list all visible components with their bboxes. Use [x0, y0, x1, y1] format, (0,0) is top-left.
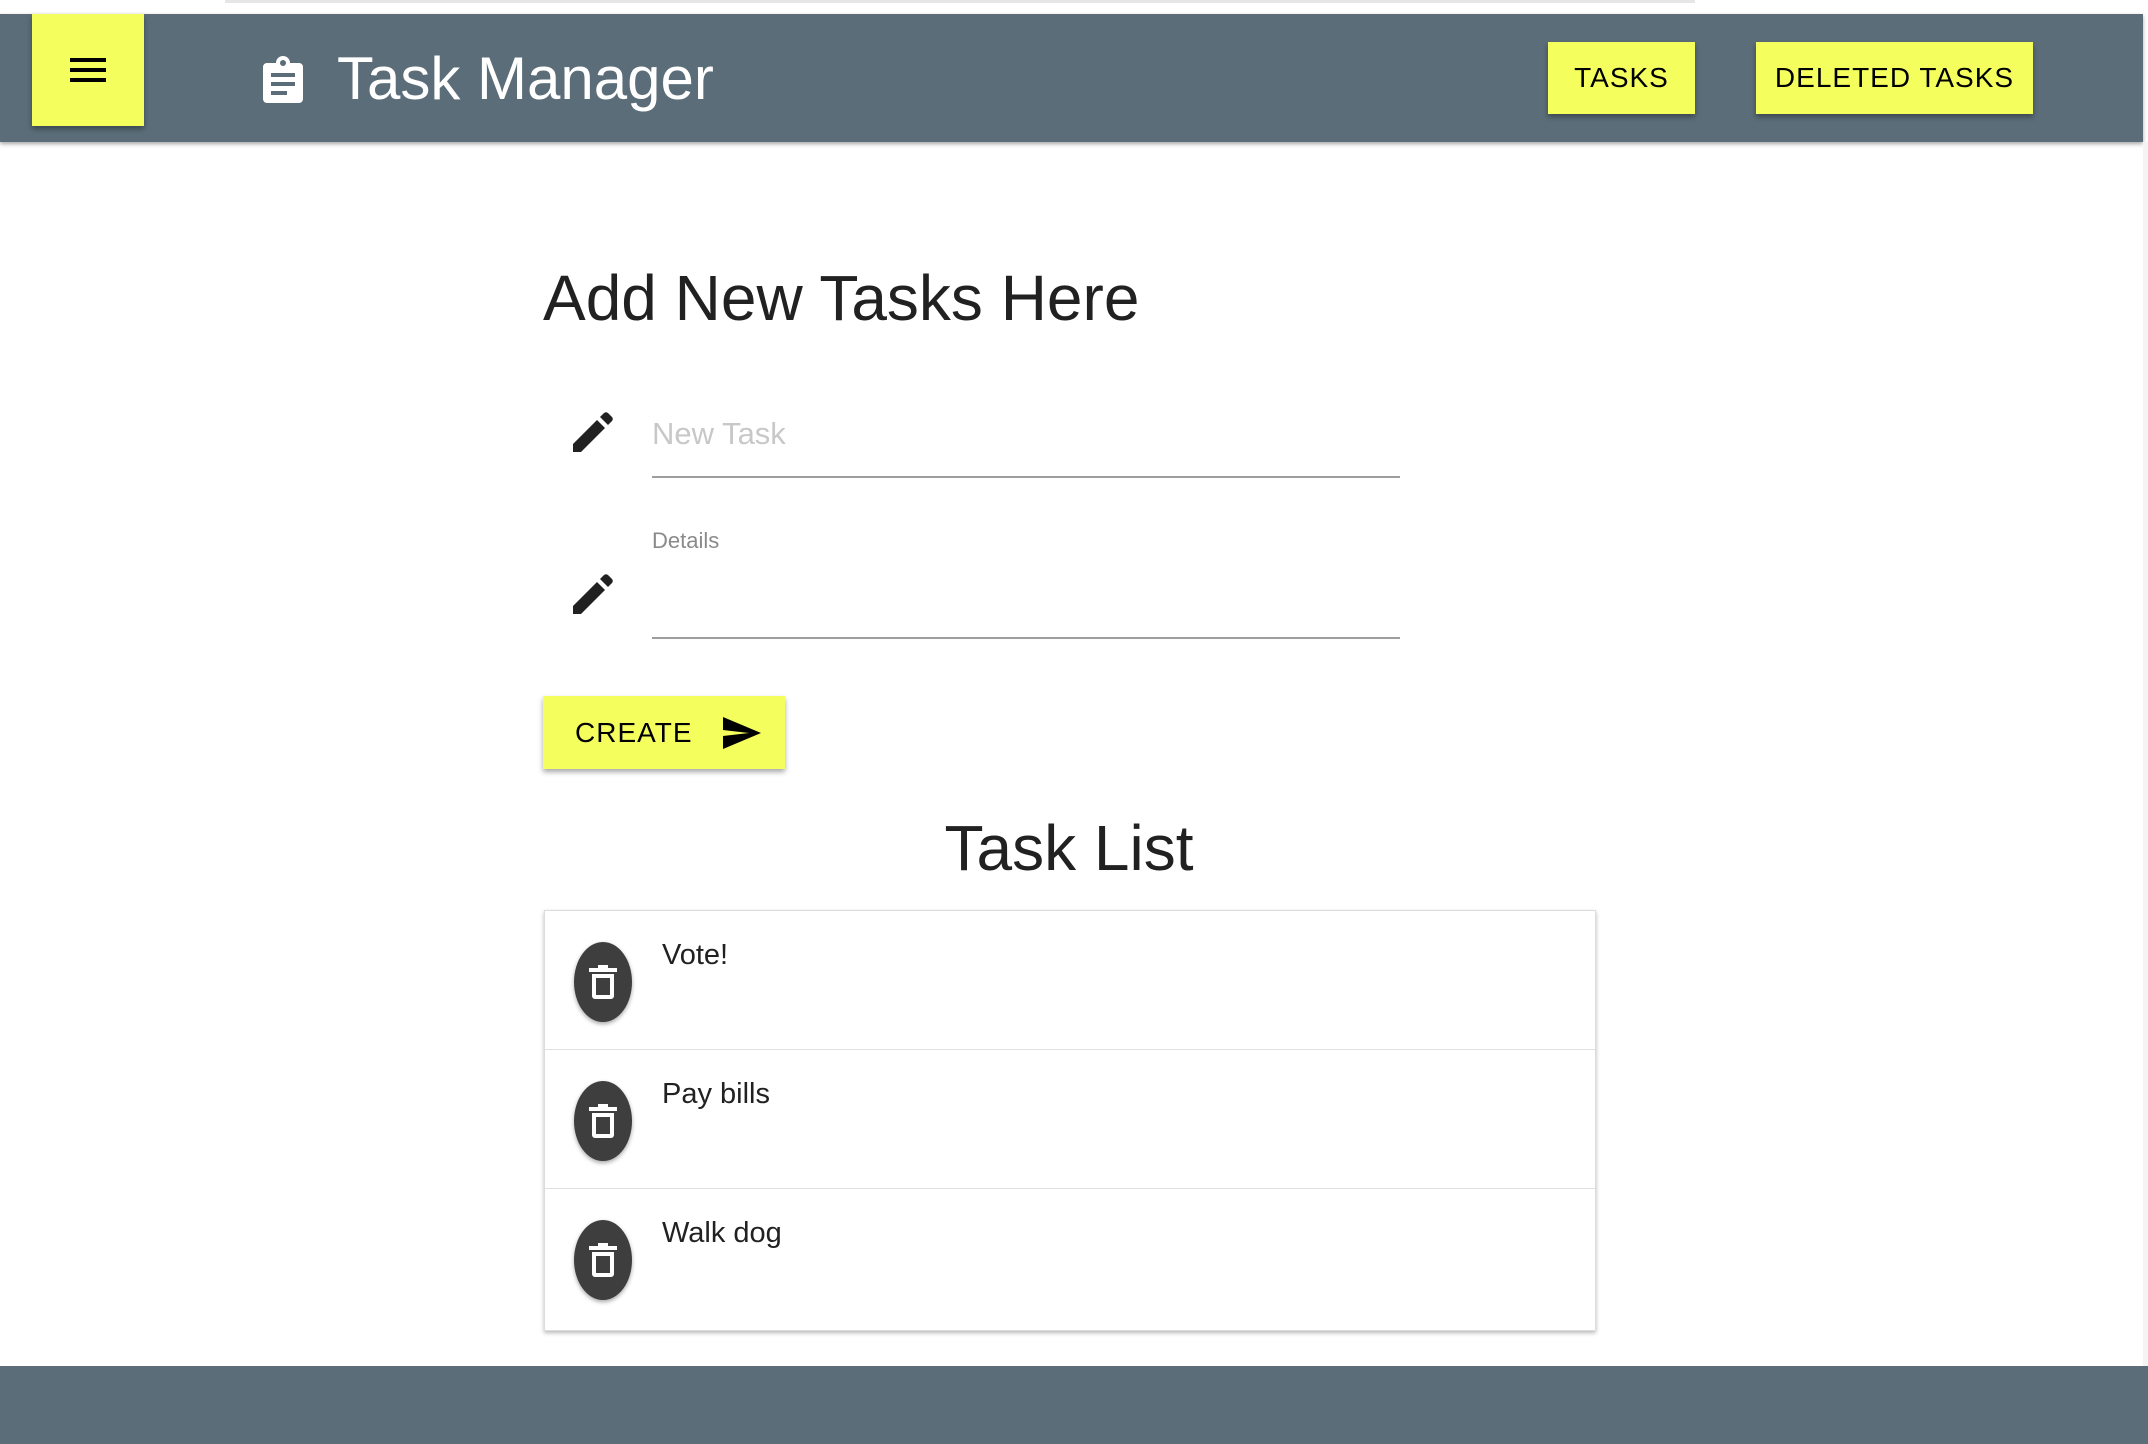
trash-icon — [589, 1243, 617, 1277]
new-task-underline — [652, 476, 1400, 478]
task-list-item: Vote! — [545, 911, 1595, 1050]
trash-icon — [589, 1104, 617, 1138]
task-title: Pay bills — [662, 1078, 770, 1110]
task-title: Vote! — [662, 939, 729, 971]
details-field: Details — [652, 528, 1400, 640]
pencil-icon — [573, 412, 613, 452]
trash-icon — [589, 965, 617, 999]
task-manager-app: Task Manager TASKS DELETED TASKS Add New… — [0, 0, 2148, 1444]
details-input[interactable] — [652, 572, 1400, 620]
form-heading: Add New Tasks Here — [543, 262, 1140, 334]
create-button[interactable]: CREATE — [543, 696, 785, 769]
delete-task-button[interactable] — [574, 1220, 632, 1300]
task-title: Walk dog — [662, 1217, 782, 1249]
menu-icon — [70, 58, 106, 82]
delete-task-button[interactable] — [574, 942, 632, 1022]
top-divider — [225, 0, 1695, 3]
new-task-field — [652, 410, 1400, 478]
create-button-label: CREATE — [575, 716, 693, 748]
details-label: Details — [652, 528, 720, 553]
deleted-tasks-nav-button[interactable]: DELETED TASKS — [1756, 42, 2033, 114]
details-underline — [652, 637, 1400, 639]
task-list-item: Walk dog — [545, 1189, 1595, 1330]
page-scroll-edge — [2143, 142, 2148, 1366]
task-list-item: Pay bills — [545, 1050, 1595, 1189]
browser-top-strip — [0, 0, 2148, 14]
send-icon — [722, 716, 761, 749]
task-list-heading: Task List — [944, 812, 1194, 884]
clipboard-icon — [263, 56, 303, 103]
delete-task-button[interactable] — [574, 1081, 632, 1161]
new-task-input[interactable] — [652, 410, 1400, 458]
app-header: Task Manager TASKS DELETED TASKS — [0, 14, 2143, 142]
menu-button[interactable] — [32, 14, 144, 126]
pencil-icon — [573, 574, 613, 614]
app-title: Task Manager — [337, 45, 714, 112]
tasks-nav-button[interactable]: TASKS — [1548, 42, 1695, 114]
task-list: Vote! Pay bills Walk dog — [544, 910, 1596, 1331]
app-footer — [0, 1366, 2148, 1444]
